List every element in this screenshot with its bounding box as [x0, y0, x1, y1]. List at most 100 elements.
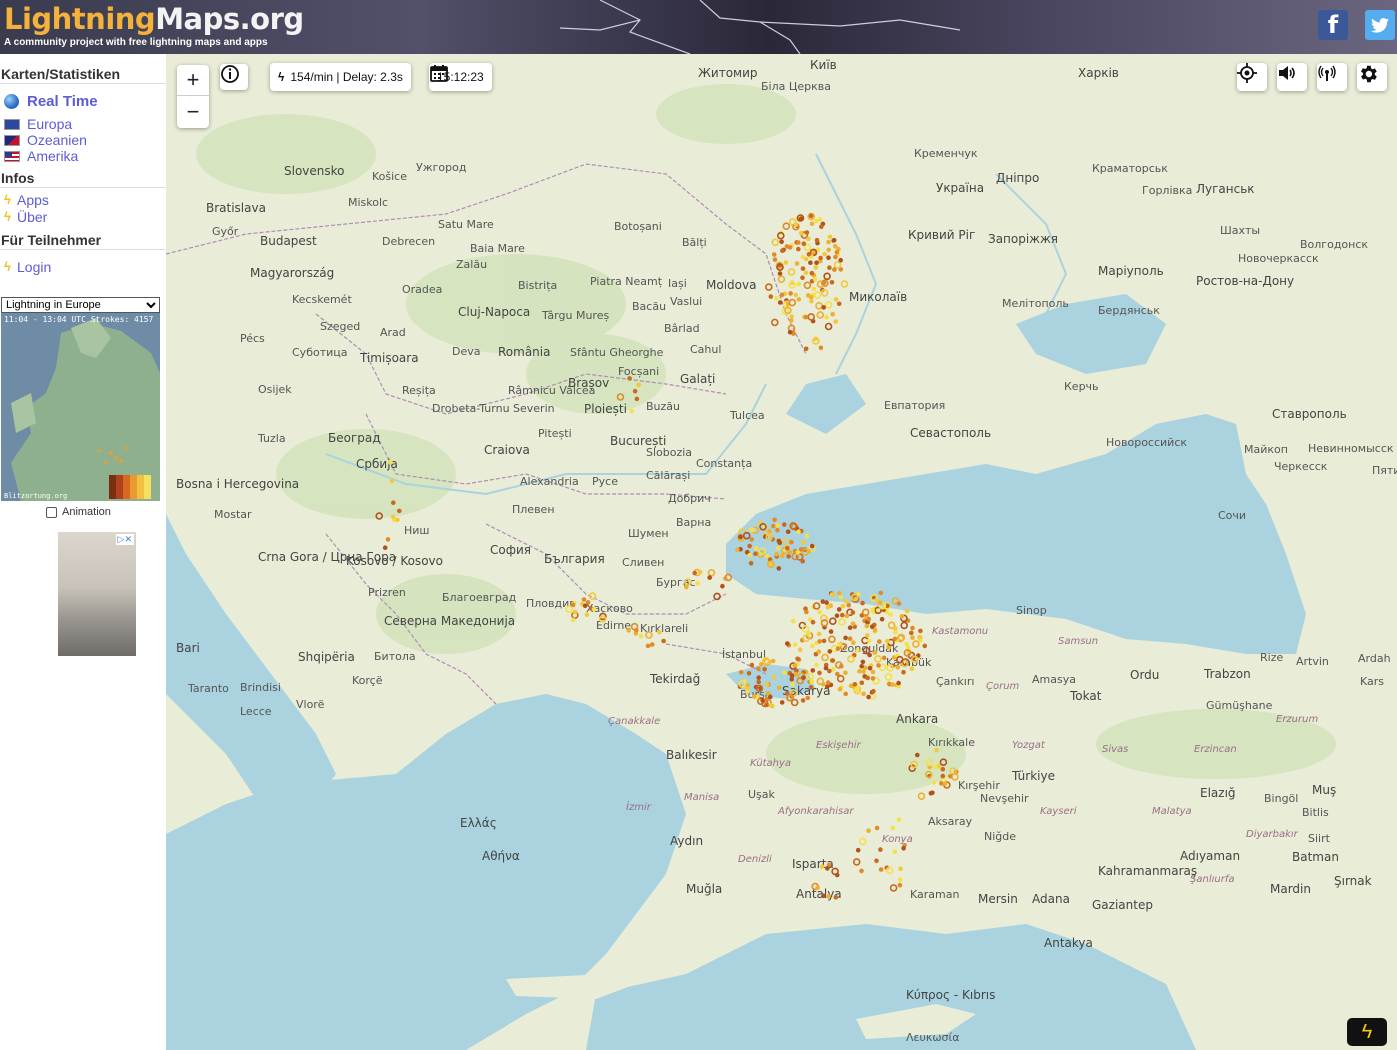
lightning-stroke	[872, 650, 878, 655]
lightning-stroke	[847, 625, 853, 630]
lightning-stroke	[838, 257, 843, 263]
lightning-stroke	[866, 694, 871, 700]
lightning-stroke	[828, 635, 836, 644]
lightning-stroke	[826, 894, 831, 899]
lightning-stroke	[931, 780, 937, 785]
lightning-stroke	[947, 774, 953, 779]
lightning-stroke	[899, 614, 905, 619]
realtime-label[interactable]: Real Time	[27, 93, 98, 110]
logo-lightning-text[interactable]: Lightning	[4, 2, 156, 36]
lightning-stroke	[800, 266, 806, 271]
lightning-stroke	[749, 537, 754, 542]
lightning-stroke	[771, 675, 777, 680]
lightning-stroke	[917, 792, 926, 801]
lightning-stroke	[638, 633, 644, 639]
lightning-stroke	[803, 346, 809, 352]
animation-toggle[interactable]: Animation	[46, 506, 111, 518]
section-heading-infos: Infos	[0, 169, 166, 188]
locate-button[interactable]	[1237, 63, 1267, 91]
ad-choices-icon[interactable]: ▷✕	[115, 534, 134, 545]
logo-maps-text[interactable]: Maps.org	[155, 2, 304, 36]
ad-image[interactable]	[58, 532, 136, 656]
lightning-stroke	[797, 647, 803, 652]
lightning-stroke	[827, 234, 833, 240]
lightning-stroke	[738, 534, 743, 540]
advertisement[interactable]: ▷✕	[6, 532, 136, 656]
lightning-stroke	[747, 552, 753, 558]
lightning-stroke	[934, 747, 939, 753]
lightning-stroke	[857, 668, 862, 674]
lightning-stroke	[796, 529, 801, 534]
lightning-stroke	[866, 638, 872, 644]
zoom-control[interactable]: + −	[177, 65, 209, 128]
lightning-stroke	[789, 318, 794, 323]
region-link-amerika[interactable]: Amerika	[0, 148, 166, 164]
info-link-apps[interactable]: ϟ Apps	[0, 191, 166, 208]
region-link-europa[interactable]: Europa	[0, 116, 166, 132]
login-link[interactable]: ϟ Login	[0, 258, 166, 275]
realtime-link[interactable]: Real Time	[0, 90, 166, 112]
lightning-stroke	[835, 646, 841, 651]
lightning-stroke	[816, 631, 822, 637]
lightning-stroke	[940, 773, 946, 779]
lightning-stroke	[831, 867, 839, 876]
lightning-stroke	[772, 517, 777, 523]
lightning-stroke	[810, 668, 816, 673]
lightning-map[interactable]: Київ Житомир Харків Біла Церква Кременчук Дні…	[166, 54, 1397, 1050]
clock-display[interactable]: 15:12:23	[429, 63, 492, 91]
lightning-stroke	[912, 640, 920, 648]
lightning-stroke	[832, 267, 837, 272]
lightning-stroke	[843, 599, 849, 604]
facebook-icon[interactable]: f	[1318, 10, 1348, 40]
lightning-stroke	[572, 609, 578, 615]
animation-label: Animation	[62, 506, 111, 518]
lightning-stroke	[821, 280, 827, 285]
lightning-stroke	[830, 312, 835, 317]
lightning-stroke	[771, 523, 776, 529]
lightning-stroke	[828, 629, 834, 634]
login-label[interactable]: Login	[17, 259, 51, 275]
lightning-stroke	[900, 621, 909, 630]
lightning-stroke	[795, 656, 800, 662]
info-icon[interactable]	[220, 64, 248, 90]
lightning-stroke	[777, 271, 783, 276]
lightning-stroke	[836, 674, 845, 683]
lightning-stroke	[750, 527, 756, 533]
zoom-out-button[interactable]: −	[177, 96, 209, 127]
lightning-stroke	[833, 254, 838, 260]
lightning-stroke	[840, 603, 846, 609]
lightning-stroke	[796, 297, 802, 302]
region-label[interactable]: Europa	[27, 116, 72, 132]
lightning-stroke	[918, 628, 923, 634]
lightning-stroke	[830, 658, 836, 663]
lightning-stroke	[933, 764, 939, 770]
lightning-stroke	[389, 478, 395, 484]
lightning-bolt-icon: ϟ	[4, 192, 11, 207]
lightning-stroke	[806, 252, 812, 257]
lightning-stroke	[904, 608, 910, 614]
sound-button[interactable]	[1277, 63, 1307, 91]
info-label[interactable]: Apps	[17, 192, 49, 208]
animation-checkbox[interactable]	[46, 506, 57, 518]
region-label[interactable]: Ozeanien	[27, 132, 87, 148]
region-label[interactable]: Amerika	[27, 148, 78, 164]
region-link-ozeanien[interactable]: Ozeanien	[0, 132, 166, 148]
info-link-ueber[interactable]: ϟ Über	[0, 208, 166, 225]
zoom-in-button[interactable]: +	[177, 65, 209, 96]
europe-minimap[interactable]: 11:04 - 13:04 UTC Strokes: 4157 Blitzort…	[1, 313, 160, 501]
lightning-stroke	[850, 621, 856, 627]
stations-button[interactable]	[1317, 63, 1347, 91]
map-type-select[interactable]: Lightning in Europe	[1, 297, 160, 313]
lightning-stroke	[684, 584, 689, 590]
site-logo[interactable]: LightningMaps.org	[4, 2, 304, 36]
lightning-app-button[interactable]: ϟ	[1347, 1018, 1387, 1046]
lightning-stroke	[909, 630, 914, 636]
info-label[interactable]: Über	[17, 209, 47, 225]
lightning-stroke	[792, 642, 798, 647]
twitter-icon[interactable]	[1365, 10, 1395, 40]
lightning-stroke	[847, 655, 855, 663]
calendar-icon	[430, 65, 448, 82]
lightning-stroke	[707, 575, 712, 580]
settings-button[interactable]	[1357, 63, 1387, 91]
lightning-stroke	[796, 246, 801, 252]
